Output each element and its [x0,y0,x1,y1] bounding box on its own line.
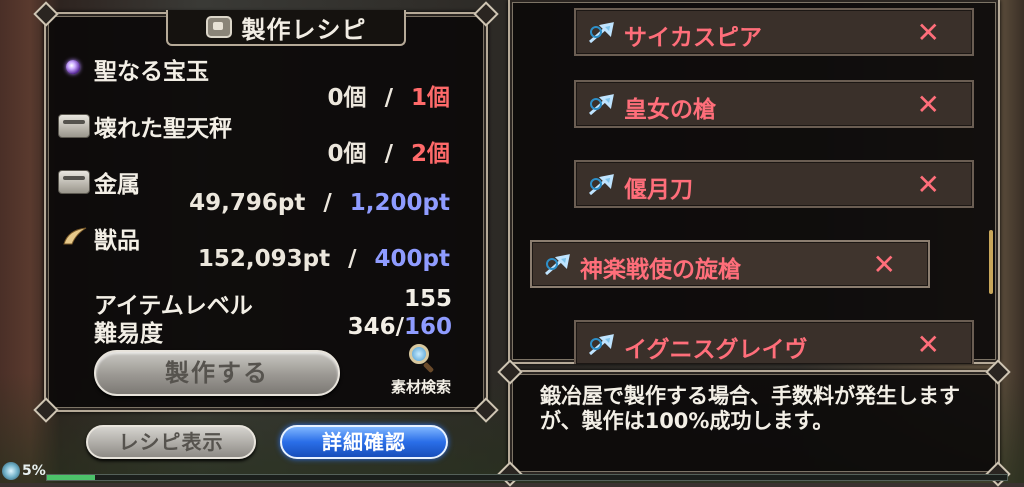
gem-icon [66,60,80,74]
material-name: 壊れた聖天秤 [94,116,232,142]
list-item[interactable]: サイカスピア ✕ [574,8,974,56]
material-name: 金属 [94,172,140,198]
horn-icon [63,227,87,245]
exp-bar [46,474,1008,481]
material-search-button[interactable]: 素材検索 [376,344,466,408]
spear-icon [545,254,570,276]
material-name: 獣品 [94,228,140,254]
item-name: 偃月刀 [624,177,693,203]
detail-check-button[interactable]: 詳細確認 [280,425,448,459]
material-quantity: 0個 / 2個 [327,141,450,167]
item-name: サイカスピア [624,25,762,51]
craft-button[interactable]: 製作する [94,350,340,396]
exp-orb-icon [2,462,20,480]
material-quantity: 152,093pt / 400pt [197,246,450,272]
item-name: イグニスグレイヴ [624,337,808,363]
material-quantity: 49,796pt / 1,200pt [189,190,450,216]
list-scrollbar[interactable] [989,230,993,294]
exp-percent: 5% [22,463,46,479]
exp-bar-fill [47,475,95,480]
metal-box-icon [58,170,90,194]
list-item-selected[interactable]: 神楽戦使の旋槍 ✕ [530,240,930,288]
recipe-panel: 製作レシピ 聖なる宝玉 0個 / 1個 壊れた聖天秤 0個 / 2個 金属 49… [33,1,499,423]
spear-icon [589,94,614,116]
list-item[interactable]: イグニスグレイヴ ✕ [574,320,974,364]
recipe-view-button[interactable]: レシピ表示 [86,425,256,459]
anvil-icon [205,16,232,38]
item-name: 皇女の槍 [624,97,716,123]
difficulty-label: 難易度 [94,321,163,347]
spear-icon [589,334,614,356]
spear-icon [589,22,614,44]
description-text: 鍛冶屋で製作する場合、手数料が発生しますが、製作は100%成功します。 [540,384,960,433]
unavailable-icon: ✕ [916,88,940,121]
exp-status: 5% [2,462,46,480]
unavailable-icon: ✕ [916,16,940,49]
recipe-title: 製作レシピ [241,15,367,44]
spear-icon [589,174,614,196]
item-level-value: 155 [403,286,452,312]
unavailable-icon: ✕ [872,248,896,281]
difficulty-value: 346/160 [347,314,452,340]
list-item[interactable]: 偃月刀 ✕ [574,160,974,208]
magnifier-icon [407,344,435,374]
unavailable-icon: ✕ [916,328,940,361]
unavailable-icon: ✕ [916,168,940,201]
list-item[interactable]: 皇女の槍 ✕ [574,80,974,128]
material-name: 聖なる宝玉 [94,59,209,85]
item-name: 神楽戦使の旋槍 [580,257,741,283]
material-search-label: 素材検索 [390,378,451,396]
recipe-title-tab: 製作レシピ [166,10,406,46]
recipe-list-panel: サイカスピア ✕ 皇女の槍 ✕ 偃月刀 ✕ 神楽戦使の旋槍 ✕ イグニスグレイヴ… [508,0,1000,364]
ore-box-icon [58,114,90,138]
description-panel: 鍛冶屋で製作する場合、手数料が発生しますが、製作は100%成功します。 [497,359,1011,487]
material-quantity: 0個 / 1個 [327,85,450,111]
